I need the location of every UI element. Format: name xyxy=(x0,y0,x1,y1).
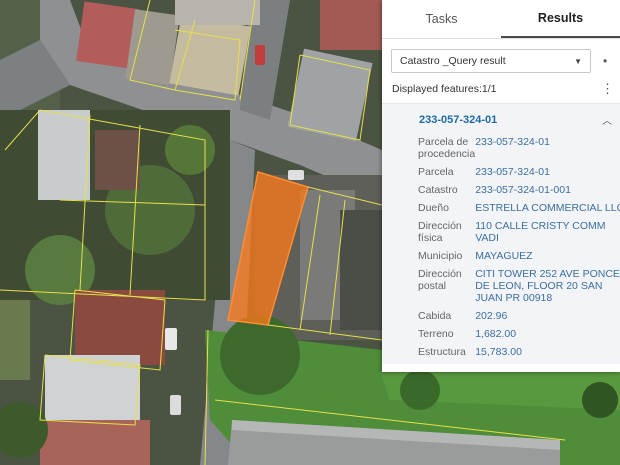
attr-key: Dirección física xyxy=(418,220,462,244)
attr-value[interactable]: 1,682.00 xyxy=(475,325,620,343)
result-title[interactable]: 233-057-324-01 xyxy=(419,114,497,126)
attr-key: Dueño xyxy=(418,202,449,214)
attr-key: Catastro xyxy=(418,184,458,196)
attr-value[interactable]: CITI TOWER 252 AVE PONCE DE LEON, FLOOR … xyxy=(475,265,620,307)
table-row: Dueño ESTRELLA COMMERCIAL LLC xyxy=(418,199,620,217)
attr-key: Parcela xyxy=(418,166,454,178)
attr-value[interactable]: 15,783.00 xyxy=(475,343,620,361)
table-row: Cabida 202.96 xyxy=(418,307,620,325)
attr-value[interactable]: 233-057-324-01-001 xyxy=(475,181,620,199)
attr-value[interactable]: 233-057-324-01 xyxy=(475,163,620,181)
attr-value[interactable]: 233-057-324-01 xyxy=(475,133,620,163)
table-row: Parcela 233-057-324-01 xyxy=(418,163,620,181)
attr-key: Estructura xyxy=(418,346,466,358)
results-panel: Tasks Results Catastro _Query result ▼ •… xyxy=(382,0,620,372)
chevron-down-icon: ▼ xyxy=(574,56,582,66)
attr-value[interactable]: 110 CALLE CRISTY COMM VADI xyxy=(475,217,620,247)
attr-key: Cabida xyxy=(418,310,452,322)
table-row: Catastro 233-057-324-01-001 xyxy=(418,181,620,199)
attr-key: Parcela de procedencia xyxy=(418,136,476,160)
table-row: Dirección física 110 CALLE CRISTY COMM V… xyxy=(418,217,620,247)
attr-key: Municipio xyxy=(418,250,463,262)
attr-value[interactable]: ESTRELLA COMMERCIAL LLC xyxy=(475,199,620,217)
tab-tasks[interactable]: Tasks xyxy=(382,0,501,38)
result-feature-card: 233-057-324-01 ︿ Parcela de procedencia … xyxy=(382,103,620,364)
kebab-menu-icon[interactable]: ⋮ xyxy=(601,82,614,95)
attr-key: Terreno xyxy=(418,328,454,340)
more-icon[interactable]: • xyxy=(603,54,607,68)
table-row: Parcela de procedencia 233-057-324-01 xyxy=(418,133,620,163)
displayed-features-count: Displayed features:1/1 xyxy=(392,83,497,95)
panel-tabs: Tasks Results xyxy=(382,0,620,39)
query-result-select[interactable]: Catastro _Query result ▼ xyxy=(391,49,591,73)
attr-value[interactable]: MAYAGUEZ xyxy=(475,247,620,265)
table-row: Municipio MAYAGUEZ xyxy=(418,247,620,265)
table-row: Terreno 1,682.00 xyxy=(418,325,620,343)
chevron-up-icon[interactable]: ︿ xyxy=(602,112,612,127)
table-row: Estructura 15,783.00 xyxy=(418,343,620,361)
attribute-table: Parcela de procedencia 233-057-324-01 Pa… xyxy=(418,133,620,361)
query-result-select-value: Catastro _Query result xyxy=(400,55,506,67)
attr-key: Dirección postal xyxy=(418,268,462,292)
attr-value[interactable]: 202.96 xyxy=(475,307,620,325)
table-row: Dirección postal CITI TOWER 252 AVE PONC… xyxy=(418,265,620,307)
tab-results[interactable]: Results xyxy=(501,0,620,38)
